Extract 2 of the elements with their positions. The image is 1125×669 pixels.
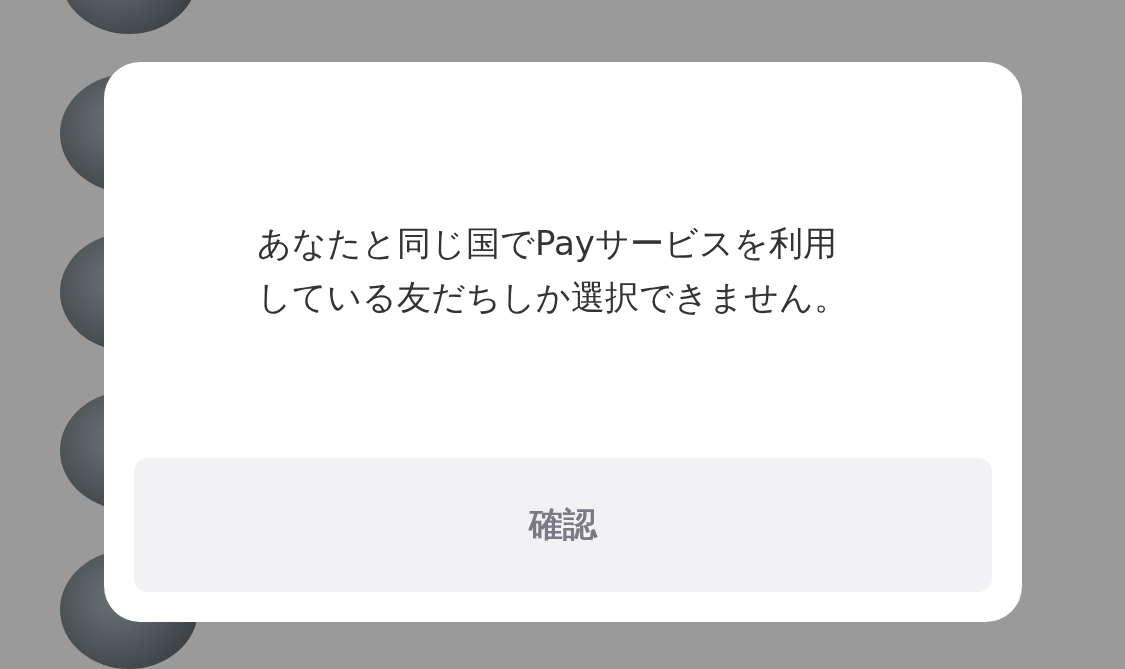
dialog-message: あなたと同じ国でPayサービスを利用している友だちしか選択できません。 <box>257 222 849 319</box>
confirm-button[interactable]: 確認 <box>134 458 992 592</box>
